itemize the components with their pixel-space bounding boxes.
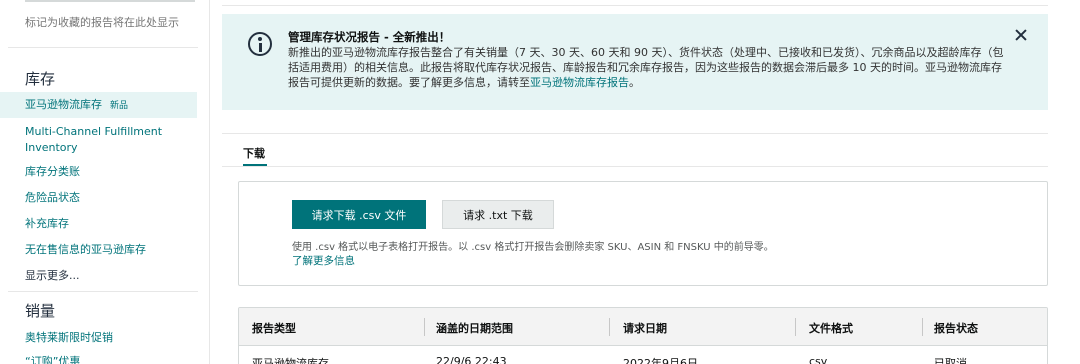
sidebar-item-restock[interactable]: 补充库存: [25, 216, 69, 232]
new-badge: 新品: [110, 101, 129, 111]
tab-download[interactable]: 下载: [243, 145, 265, 161]
reports-table: 报告类型 涵盖的日期范围 请求日期 文件格式 报告状态 亚马逊物流库存 22/9…: [238, 307, 1048, 364]
sidebar: 标记为收藏的报告将在此处显示 库存 亚马逊物流库存 新品 Multi-Channe…: [0, 0, 210, 364]
sidebar-item-fba-inventory[interactable]: 亚马逊物流库存 新品: [0, 92, 197, 118]
info-icon: [248, 32, 272, 56]
column-header-request-date: 请求日期: [623, 322, 667, 335]
sidebar-top-divider: [25, 0, 195, 2]
table-cell: 22/9/6 22:43: [436, 355, 507, 364]
table-cell: csv: [809, 355, 828, 364]
request-csv-button[interactable]: 请求下载 .csv 文件: [292, 200, 426, 229]
alert-body: 新推出的亚马逊物流库存报告整合了有关销量（7 天、30 天、60 天和 90 天…: [288, 45, 1008, 90]
favorites-note: 标记为收藏的报告将在此处显示: [25, 16, 179, 29]
sidebar-show-more[interactable]: 显示更多...: [25, 268, 80, 284]
alert-body-end: 。: [629, 76, 640, 89]
sidebar-item-stranded-inventory[interactable]: 无在售信息的亚马逊库存: [25, 242, 146, 258]
close-icon[interactable]: [1013, 27, 1029, 43]
column-separator: [609, 318, 610, 336]
sidebar-item-outlet-deals[interactable]: 奥特莱斯限时促销: [25, 330, 113, 346]
column-separator: [795, 318, 796, 336]
column-separator: [922, 318, 923, 336]
section-title-inventory: 库存: [25, 70, 56, 88]
request-txt-button[interactable]: 请求 .txt 下载: [442, 200, 554, 229]
sidebar-item-inventory-ledger[interactable]: 库存分类账: [25, 164, 80, 180]
table-cell: 2022年9月6日: [623, 357, 698, 364]
column-separator: [424, 318, 425, 336]
sidebar-divider: [8, 291, 198, 292]
alert-top-divider: [222, 0, 1048, 6]
sidebar-item-mcf-inventory[interactable]: Multi-Channel Fulfillment Inventory: [25, 124, 175, 156]
table-header: 报告类型 涵盖的日期范围 请求日期 文件格式 报告状态: [239, 308, 1047, 346]
table-cell: 已取消: [934, 357, 967, 364]
table-cell: 亚马逊物流库存: [252, 357, 329, 364]
csv-help-text: 使用 .csv 格式以电子表格打开报告。以 .csv 格式打开报告会删除卖家 S…: [292, 242, 774, 253]
download-panel: 请求下载 .csv 文件 请求 .txt 下载 使用 .csv 格式以电子表格打…: [238, 181, 1048, 286]
column-header-file-format: 文件格式: [809, 322, 853, 335]
sidebar-item-dangerous-goods[interactable]: 危险品状态: [25, 190, 80, 206]
alert-body-text: 新推出的亚马逊物流库存报告整合了有关销量（7 天、30 天、60 天和 90 天…: [288, 46, 1004, 89]
column-header-date-range: 涵盖的日期范围: [436, 322, 513, 335]
fba-inventory-report-link[interactable]: 亚马逊物流库存报告: [530, 76, 629, 89]
alert-title: 管理库存状况报告 - 全新推出！: [288, 30, 451, 44]
section-title-sales: 销量: [25, 302, 56, 320]
column-header-report-status: 报告状态: [934, 322, 978, 335]
info-alert: 管理库存状况报告 - 全新推出！ 新推出的亚马逊物流库存报告整合了有关销量（7 …: [222, 14, 1048, 110]
sidebar-divider: [8, 47, 198, 48]
sidebar-item-label: 亚马逊物流库存: [25, 98, 102, 111]
column-header-report-type: 报告类型: [252, 322, 296, 335]
learn-more-link[interactable]: 了解更多信息: [292, 253, 355, 268]
tabs-divider: [222, 133, 1048, 134]
tabs-divider: [222, 166, 1048, 167]
sidebar-item-subscribe-save[interactable]: “订购”优惠: [25, 354, 80, 364]
